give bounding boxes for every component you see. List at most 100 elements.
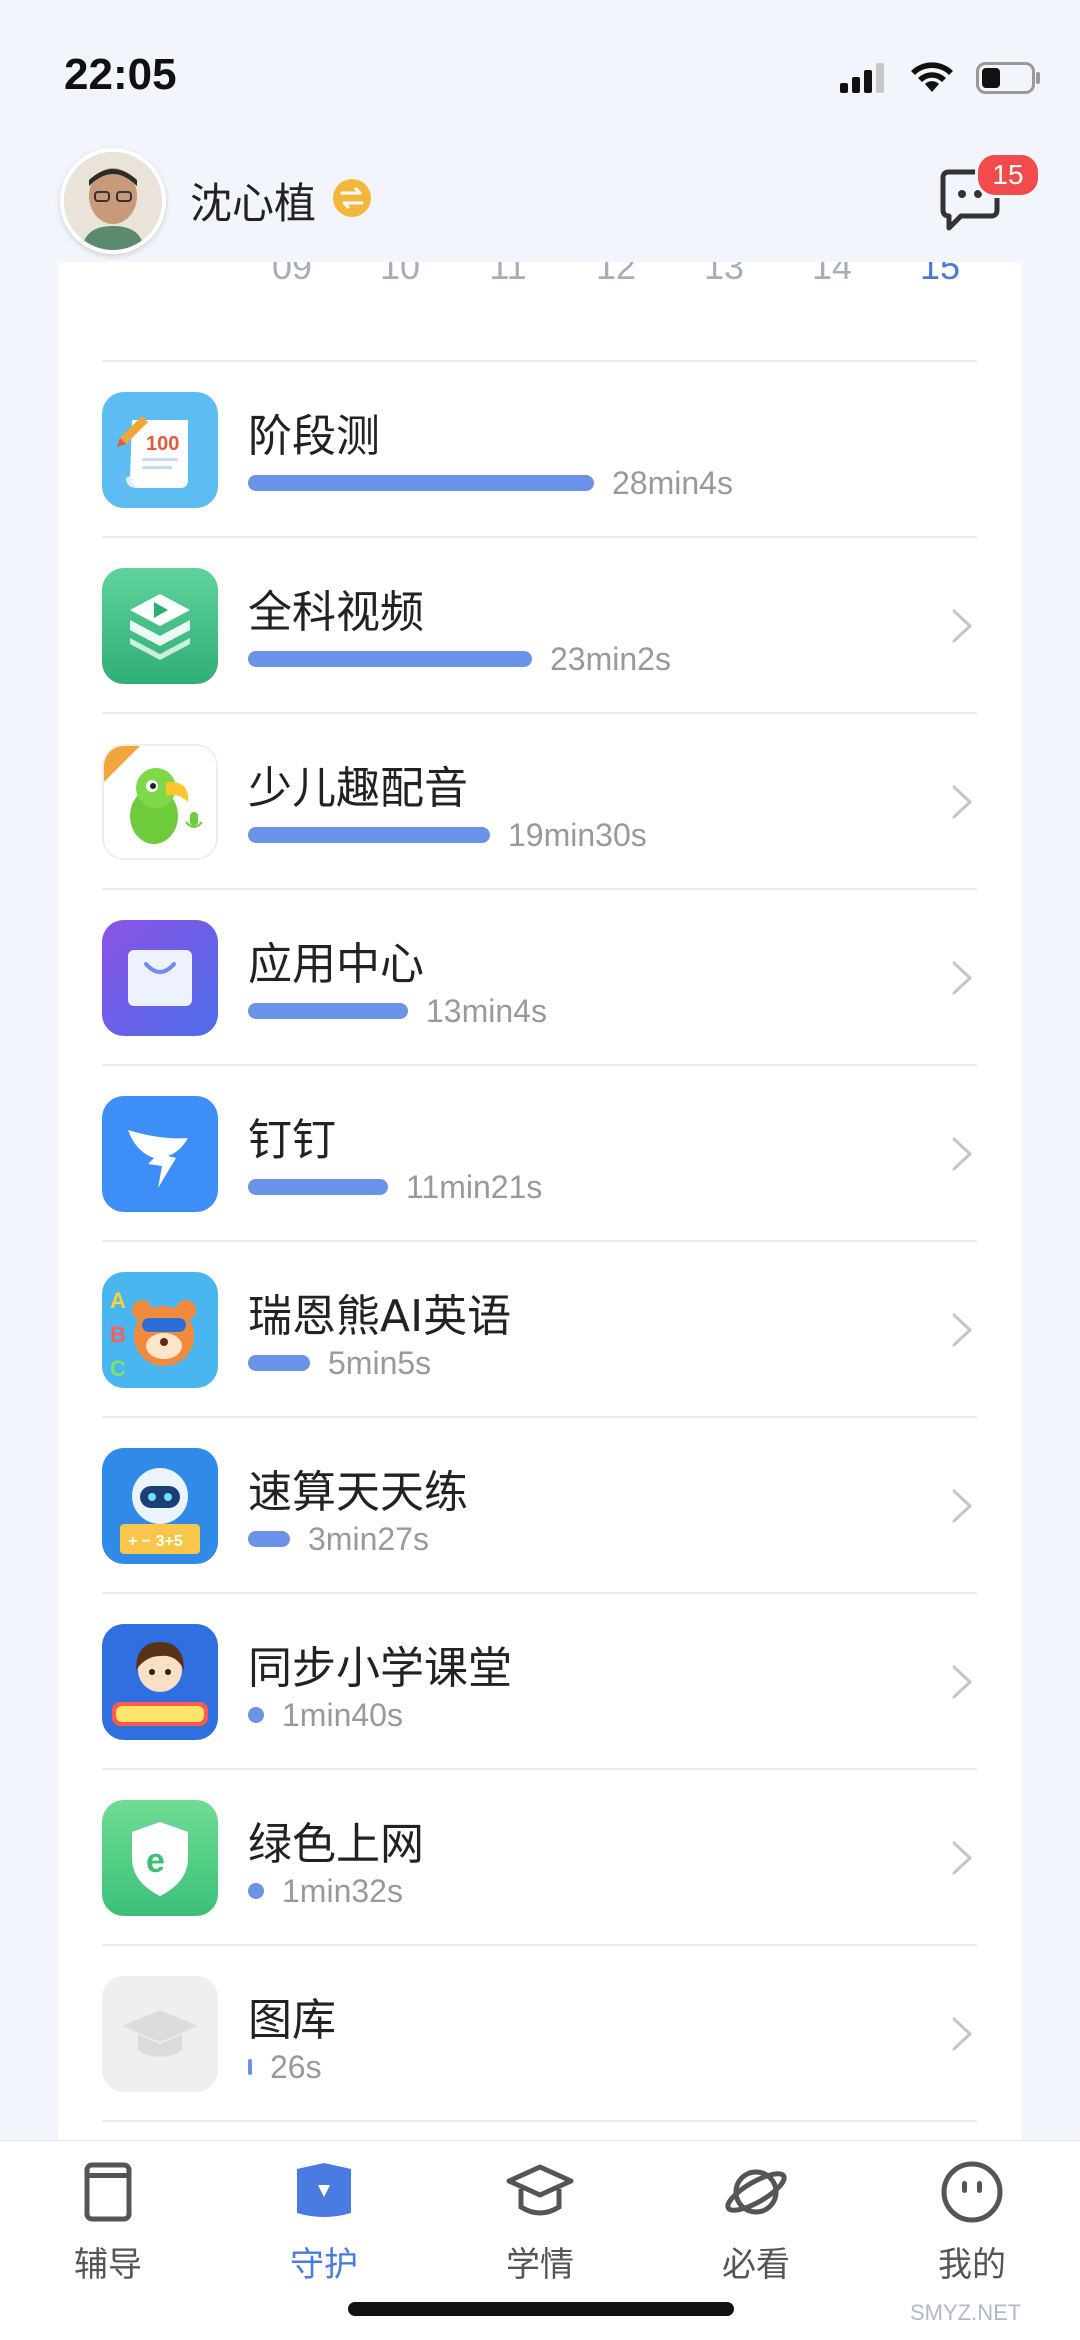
- usage-duration: 1min40s: [282, 1697, 403, 1733]
- chevron-right-icon[interactable]: [951, 784, 973, 820]
- status-bar: 22:05: [0, 0, 1080, 150]
- chevron-right-icon[interactable]: [951, 1312, 973, 1348]
- usage-bar: [248, 1707, 264, 1723]
- watermark: SMYZ.NET: [910, 2300, 1022, 2325]
- tab-label: 辅导: [74, 2245, 142, 2285]
- chevron-right-icon[interactable]: [951, 1488, 973, 1524]
- bear-english-icon: A B C: [102, 1272, 218, 1388]
- dingtalk-wing-icon: [102, 1096, 218, 1212]
- day-label[interactable]: 14: [792, 262, 872, 288]
- usage-duration: 28min4s: [612, 465, 733, 501]
- usage-duration: 26s: [270, 2049, 322, 2085]
- usage-bar: [248, 1531, 290, 1547]
- chevron-right-icon[interactable]: [951, 1840, 973, 1876]
- usage-bar-row: 11min21s: [248, 1169, 543, 1205]
- usage-bar-row: 1min40s: [248, 1697, 403, 1733]
- usage-duration: 5min5s: [328, 1345, 432, 1381]
- usage-card: 09 10 11 12 13 14 15 100 阶段测 28min4s 全科视…: [58, 262, 1022, 2142]
- usage-bar-row: 13min4s: [248, 993, 547, 1029]
- app-name: 应用中心: [248, 939, 424, 990]
- exam-scroll-icon: 100: [102, 392, 218, 508]
- svg-text:C: C: [110, 1356, 126, 1381]
- svg-text:A: A: [110, 1288, 126, 1313]
- tutoring-icon: [84, 2162, 132, 2222]
- usage-bar: [248, 1003, 408, 1019]
- usage-bar: [248, 1883, 264, 1899]
- avatar-photo-icon: [64, 152, 162, 250]
- tab-guard[interactable]: 守护: [254, 2159, 394, 2309]
- usage-bar: [248, 827, 490, 843]
- app-row[interactable]: 少儿趣配音 19min30s: [58, 714, 1022, 890]
- chevron-right-icon[interactable]: [951, 960, 973, 996]
- app-row[interactable]: 图库 26s: [58, 1946, 1022, 2122]
- chevron-right-icon[interactable]: [951, 2016, 973, 2052]
- usage-bar-row: 3min27s: [248, 1521, 429, 1557]
- switch-user-icon[interactable]: [332, 178, 372, 218]
- usage-duration: 3min27s: [308, 1521, 429, 1557]
- usage-duration: 19min30s: [508, 817, 647, 853]
- chevron-right-icon[interactable]: [951, 1136, 973, 1172]
- tab-label: 学情: [506, 2245, 574, 2285]
- day-label[interactable]: 12: [576, 262, 656, 288]
- usage-duration: 11min21s: [406, 1169, 543, 1205]
- app-row[interactable]: e 绿色上网 1min32s: [58, 1770, 1022, 1946]
- cellular-signal-icon: [840, 63, 884, 93]
- day-label[interactable]: 10: [360, 262, 440, 288]
- tab-study[interactable]: 学情: [470, 2159, 610, 2309]
- usage-bar-row: 23min2s: [248, 641, 671, 677]
- svg-text:B: B: [110, 1322, 126, 1347]
- app-name: 绿色上网: [248, 1819, 424, 1870]
- header: 沈心植 15: [0, 140, 1080, 260]
- app-row[interactable]: 应用中心 13min4s: [58, 890, 1022, 1066]
- status-time: 22:05: [64, 50, 177, 99]
- home-indicator: [348, 2302, 734, 2316]
- tab-label: 必看: [722, 2245, 790, 2285]
- chevron-right-icon[interactable]: [951, 608, 973, 644]
- day-label-selected[interactable]: 15: [900, 262, 980, 288]
- svg-text:+ − 3+5: + − 3+5: [128, 1533, 183, 1550]
- graduation-cap-icon: [102, 1976, 218, 2092]
- shopping-bag-icon: [102, 920, 218, 1036]
- tab-must-see[interactable]: 必看: [686, 2159, 826, 2309]
- week-day-row: 09 10 11 12 13 14 15: [58, 262, 1022, 296]
- green-shield-icon: e: [102, 1800, 218, 1916]
- guard-icon: [297, 2163, 351, 2217]
- day-label[interactable]: 09: [252, 262, 332, 288]
- app-row[interactable]: 100 阶段测 28min4s: [58, 362, 1022, 538]
- face-icon: [941, 2161, 1003, 2223]
- parrot-dubbing-icon: [102, 744, 218, 860]
- tab-mine[interactable]: 我的: [902, 2159, 1042, 2309]
- usage-duration: 13min4s: [426, 993, 547, 1029]
- app-name: 全科视频: [248, 587, 424, 638]
- usage-bar-row: 1min32s: [248, 1875, 403, 1907]
- message-badge: 15: [975, 152, 1041, 198]
- app-row[interactable]: A B C 瑞恩熊AI英语 5min5s: [58, 1242, 1022, 1418]
- tab-label: 守护: [290, 2245, 358, 2285]
- status-icons: [840, 58, 1042, 98]
- app-name: 速算天天练: [248, 1467, 468, 1518]
- day-label[interactable]: 13: [684, 262, 764, 288]
- wifi-icon: [911, 62, 953, 92]
- app-name: 阶段测: [248, 411, 380, 462]
- app-name: 瑞恩熊AI英语: [248, 1291, 512, 1342]
- user-name[interactable]: 沈心植: [190, 170, 316, 231]
- robot-math-icon: + − 3+5: [102, 1448, 218, 1564]
- svg-text:e: e: [146, 1842, 165, 1880]
- chevron-right-icon[interactable]: [951, 1664, 973, 1700]
- app-name: 同步小学课堂: [248, 1643, 512, 1694]
- usage-bar-row: 19min30s: [248, 817, 647, 853]
- tab-label: 我的: [938, 2245, 1006, 2285]
- video-course-icon: [102, 568, 218, 684]
- app-name: 图库: [248, 1995, 336, 2046]
- usage-bar-row: 5min5s: [248, 1345, 432, 1381]
- app-row[interactable]: 钉钉 11min21s: [58, 1066, 1022, 1242]
- app-row[interactable]: 全科视频 23min2s: [58, 538, 1022, 714]
- day-label[interactable]: 11: [468, 262, 548, 288]
- usage-duration: 23min2s: [550, 641, 671, 677]
- app-row[interactable]: + − 3+5 速算天天练 3min27s: [58, 1418, 1022, 1594]
- svg-text:100: 100: [146, 433, 179, 455]
- app-name: 钉钉: [248, 1115, 336, 1166]
- app-row[interactable]: 同步小学课堂 1min40s: [58, 1594, 1022, 1770]
- tab-tutoring[interactable]: 辅导: [38, 2159, 178, 2309]
- avatar[interactable]: [60, 148, 166, 254]
